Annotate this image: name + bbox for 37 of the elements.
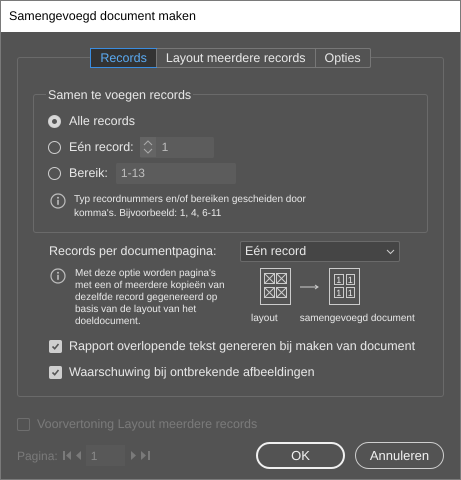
- number-stepper[interactable]: 1: [140, 136, 214, 158]
- tab[interactable]: Layout meerdere records: [156, 49, 315, 67]
- info-text: Met deze optie worden pagina's met een of meerdere kopieën van dezelfde record gegenereerd op basis van de layout van het doeldocument.: [75, 268, 226, 328]
- checkmark-icon: [51, 368, 60, 376]
- cancel-button[interactable]: Annuleren: [355, 442, 444, 469]
- info-icon: [50, 193, 66, 209]
- radio-label: Bereik:: [69, 164, 108, 182]
- chevron-down-icon: [386, 248, 395, 254]
- checkbox[interactable]: [49, 366, 62, 378]
- radio-button[interactable]: [48, 166, 61, 180]
- checkmark-icon: [51, 342, 60, 350]
- range-field[interactable]: 1-13: [116, 162, 236, 184]
- checkbox-label: Waarschuwing bij ontbrekende afbeeldingen: [69, 364, 315, 381]
- next-page-icon[interactable]: [130, 451, 137, 460]
- info-icon: [50, 268, 66, 284]
- ok-button[interactable]: OK: [256, 442, 345, 469]
- radio-button[interactable]: [48, 140, 61, 154]
- radio-label: Eén record:: [69, 138, 134, 156]
- stepper-arrows-icon[interactable]: [140, 137, 156, 157]
- diagram-label: samengevoegd document: [300, 312, 415, 326]
- first-page-icon[interactable]: [62, 451, 72, 460]
- diagram-label: layout: [251, 312, 278, 326]
- radio-button[interactable]: [48, 114, 61, 128]
- checkbox[interactable]: [49, 340, 62, 352]
- tab[interactable]: Opties: [314, 49, 370, 67]
- layout-page-icon: [260, 268, 291, 305]
- merged-page-drawing: 1 1 1 1: [329, 268, 360, 305]
- field-label: Records per documentpagina:: [49, 243, 218, 260]
- previous-page-icon[interactable]: [76, 451, 82, 460]
- records-dropdown[interactable]: Eén record: [240, 241, 400, 262]
- radio-label: Alle records: [69, 112, 135, 130]
- last-page-icon[interactable]: [140, 451, 150, 460]
- window-title: Samengevoegd document maken: [9, 8, 196, 26]
- checkbox-label: Rapport overlopende tekst genereren bij maken van document: [69, 338, 416, 355]
- info-text: Typ recordnummers en/of bereiken gescheiden door komma's. Bijvoorbeeld: 1, 4, 6-11: [74, 193, 307, 221]
- arrow-right-icon: [300, 284, 320, 290]
- tab[interactable]: Records: [91, 49, 156, 67]
